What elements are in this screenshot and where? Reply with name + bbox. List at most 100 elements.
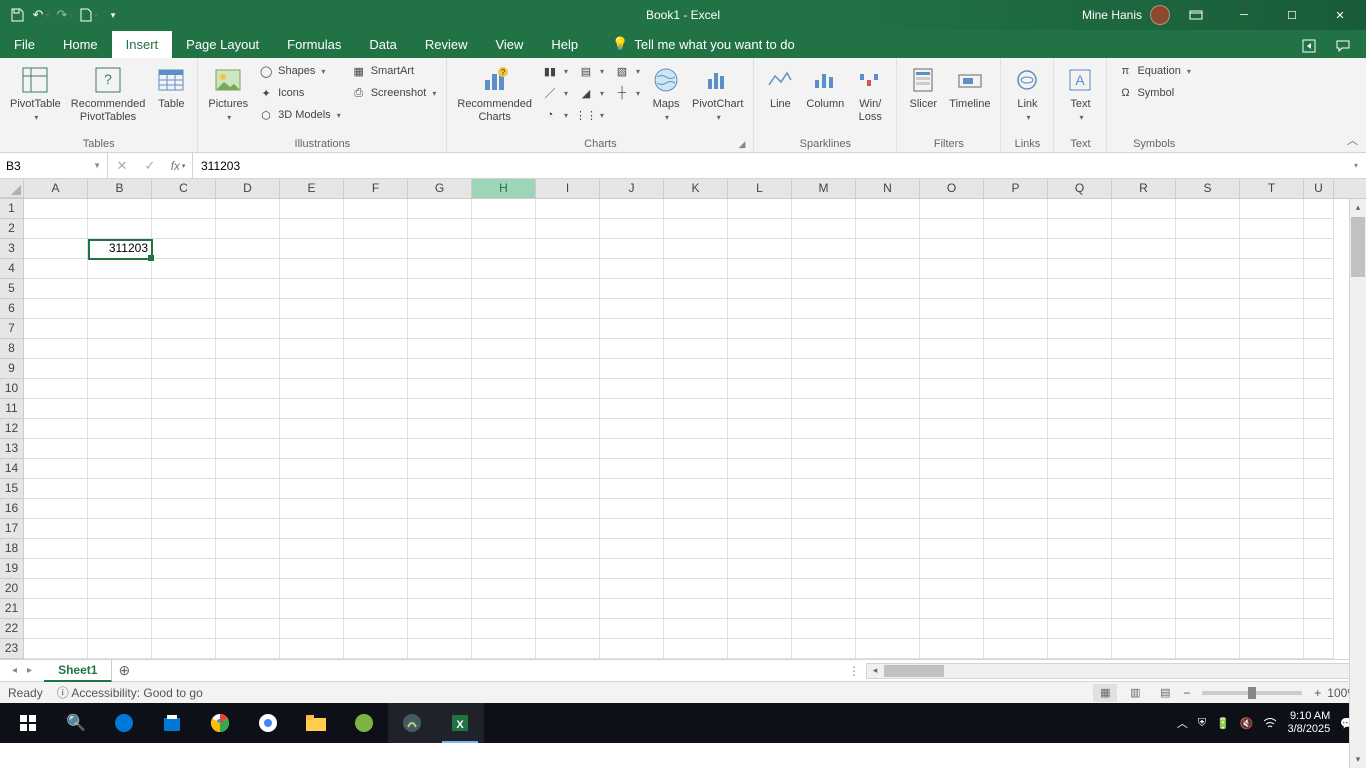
cell[interactable] [1304,539,1334,559]
store-icon[interactable] [148,703,196,743]
row-header[interactable]: 19 [0,559,24,579]
cell[interactable] [408,419,472,439]
column-header[interactable]: S [1176,179,1240,198]
cell[interactable] [280,579,344,599]
pictures-button[interactable]: Pictures▾ [204,60,252,124]
cell[interactable] [984,579,1048,599]
cell[interactable] [472,279,536,299]
cell[interactable] [728,619,792,639]
cell[interactable] [152,259,216,279]
column-header[interactable]: O [920,179,984,198]
cell[interactable] [1176,559,1240,579]
cell[interactable] [664,639,728,659]
column-header[interactable]: D [216,179,280,198]
cell[interactable] [1112,279,1176,299]
cell[interactable] [472,379,536,399]
cell[interactable] [984,519,1048,539]
cell[interactable] [1112,299,1176,319]
cell[interactable] [152,619,216,639]
cell[interactable] [600,279,664,299]
cell[interactable] [728,359,792,379]
cell[interactable] [88,299,152,319]
cell[interactable] [664,219,728,239]
cell[interactable] [472,359,536,379]
cell[interactable] [1112,199,1176,219]
cell[interactable] [792,339,856,359]
cell[interactable] [536,519,600,539]
cell[interactable] [728,379,792,399]
cell[interactable] [792,399,856,419]
cell[interactable] [88,559,152,579]
column-header[interactable]: Q [1048,179,1112,198]
cell[interactable] [280,419,344,439]
cell[interactable] [1176,619,1240,639]
cell[interactable] [792,439,856,459]
cell[interactable] [1176,579,1240,599]
cell[interactable] [984,279,1048,299]
cell[interactable] [1112,339,1176,359]
tab-insert[interactable]: Insert [112,31,173,58]
cell[interactable] [1176,419,1240,439]
cell[interactable] [856,219,920,239]
cell[interactable] [216,319,280,339]
user-avatar[interactable] [1150,5,1170,25]
cell[interactable] [472,259,536,279]
cell[interactable] [792,579,856,599]
page-layout-view-button[interactable]: ▥ [1123,684,1147,702]
cell[interactable] [664,199,728,219]
cell[interactable] [1240,459,1304,479]
cell[interactable] [216,419,280,439]
pivotchart-button[interactable]: PivotChart▾ [688,60,747,124]
cell[interactable] [24,619,88,639]
cell[interactable] [664,419,728,439]
cell[interactable] [728,419,792,439]
cell[interactable] [1304,459,1334,479]
cell[interactable] [344,419,408,439]
row-header[interactable]: 17 [0,519,24,539]
cell[interactable] [280,519,344,539]
row-header[interactable]: 21 [0,599,24,619]
cell[interactable] [472,299,536,319]
cell[interactable] [600,639,664,659]
cell[interactable] [344,299,408,319]
cell[interactable] [1240,259,1304,279]
text-button[interactable]: AText▾ [1060,60,1100,124]
cell[interactable] [920,259,984,279]
cell[interactable] [984,319,1048,339]
cells-area[interactable]: 311203 [24,199,1366,659]
cell[interactable] [88,319,152,339]
cell[interactable] [152,459,216,479]
cell[interactable] [216,199,280,219]
cell[interactable] [728,459,792,479]
cell[interactable] [408,259,472,279]
cell[interactable] [408,399,472,419]
row-header[interactable]: 12 [0,419,24,439]
cell[interactable] [24,339,88,359]
vertical-scrollbar[interactable]: ▴ ▾ [1349,199,1366,768]
cell[interactable] [216,539,280,559]
column-header[interactable]: T [1240,179,1304,198]
cell[interactable] [472,499,536,519]
tray-volume-icon[interactable]: 🔇 [1240,717,1254,730]
cell[interactable] [920,239,984,259]
cell[interactable] [536,279,600,299]
cell[interactable] [152,479,216,499]
cell[interactable] [472,439,536,459]
cell[interactable] [408,599,472,619]
cell[interactable] [600,419,664,439]
cell[interactable] [472,619,536,639]
column-header[interactable]: L [728,179,792,198]
scroll-thumb[interactable] [1351,217,1365,277]
cell[interactable] [792,219,856,239]
cell[interactable] [1304,379,1334,399]
cell[interactable] [1048,439,1112,459]
row-header[interactable]: 22 [0,619,24,639]
zoom-slider[interactable] [1202,691,1302,695]
cell[interactable] [280,299,344,319]
row-header[interactable]: 18 [0,539,24,559]
cell[interactable] [216,619,280,639]
tray-battery-icon[interactable]: 🔋 [1216,717,1230,730]
accessibility-status[interactable]: ⓘ Accessibility: Good to go [57,684,203,701]
cell[interactable] [664,299,728,319]
cell[interactable] [536,459,600,479]
